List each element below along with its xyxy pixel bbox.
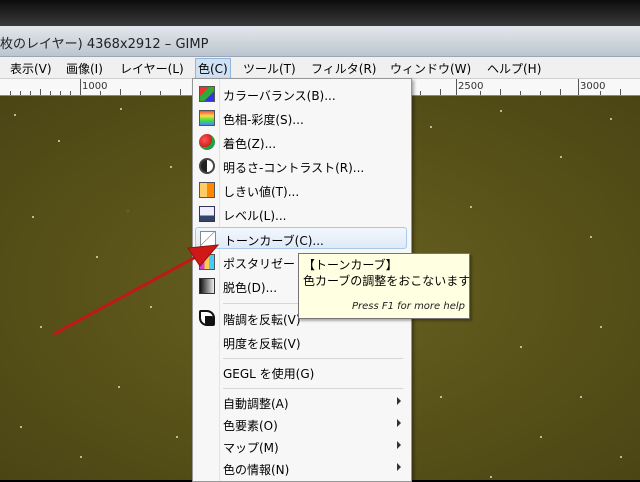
menu-help[interactable]: ヘルプ(H) xyxy=(485,60,543,77)
menubar: 表示(V) 画像(I) レイヤー(L) 色(C) ツール(T) フィルタ(R) … xyxy=(0,57,640,79)
menu-item-curves[interactable]: トーンカーブ(C)... xyxy=(195,227,407,249)
ruler-label: 1000 xyxy=(82,81,108,92)
tooltip-description: 色カーブの調整をおこないます xyxy=(303,274,471,288)
menu-item-auto[interactable]: 自動調整(A) xyxy=(195,391,407,413)
window-title: 枚のレイヤー) 4368x2912 – GIMP xyxy=(0,37,209,52)
brightness-contrast-icon xyxy=(199,158,215,174)
menu-item-threshold[interactable]: しきい値(T)... xyxy=(195,179,407,201)
ruler-label: 3000 xyxy=(580,81,606,92)
menu-filters[interactable]: フィルタ(R) xyxy=(309,60,378,77)
menu-tools[interactable]: ツール(T) xyxy=(241,60,298,77)
posterize-icon xyxy=(199,254,215,270)
menu-item-colorize[interactable]: 着色(Z)... xyxy=(195,131,407,153)
menu-view[interactable]: 表示(V) xyxy=(8,60,54,77)
submenu-arrow-icon xyxy=(397,463,401,471)
menu-item-color-balance[interactable]: カラーバランス(B)... xyxy=(195,83,407,105)
menu-item-info[interactable]: 色の情報(N) xyxy=(195,457,407,479)
invert-icon xyxy=(199,310,215,326)
tooltip-help-hint: Press F1 for more help xyxy=(351,301,465,312)
menu-colors[interactable]: 色(C) xyxy=(195,58,231,79)
menu-item-value-invert[interactable]: 明度を反転(V) xyxy=(195,331,407,353)
curves-icon xyxy=(200,231,216,247)
menu-windows[interactable]: ウィンドウ(W) xyxy=(388,60,473,77)
desktop-top-strip xyxy=(0,0,640,26)
color-balance-icon xyxy=(199,86,215,102)
hue-saturation-icon xyxy=(199,110,215,126)
menu-item-levels[interactable]: レベル(L)... xyxy=(195,203,407,225)
submenu-arrow-icon xyxy=(397,441,401,449)
curves-tooltip: 【トーンカーブ】 色カーブの調整をおこないます Press F1 for mor… xyxy=(298,253,470,319)
menu-item-map[interactable]: マップ(M) xyxy=(195,435,407,457)
menu-image[interactable]: 画像(I) xyxy=(64,60,105,77)
menu-item-use-gegl[interactable]: GEGL を使用(G) xyxy=(195,361,407,383)
threshold-icon xyxy=(199,182,215,198)
window-titlebar[interactable]: 枚のレイヤー) 4368x2912 – GIMP xyxy=(0,26,640,57)
levels-icon xyxy=(199,206,215,222)
desaturate-icon xyxy=(199,278,215,294)
menu-item-hue-saturation[interactable]: 色相-彩度(S)... xyxy=(195,107,407,129)
colorize-icon xyxy=(199,134,215,150)
menu-layer[interactable]: レイヤー(L) xyxy=(118,60,186,77)
submenu-arrow-icon xyxy=(397,397,401,405)
tooltip-title: 【トーンカーブ】 xyxy=(303,258,398,272)
menu-item-brightness-contrast[interactable]: 明るさ-コントラスト(R)... xyxy=(195,155,407,177)
submenu-arrow-icon xyxy=(397,419,401,427)
menu-item-components[interactable]: 色要素(O) xyxy=(195,413,407,435)
